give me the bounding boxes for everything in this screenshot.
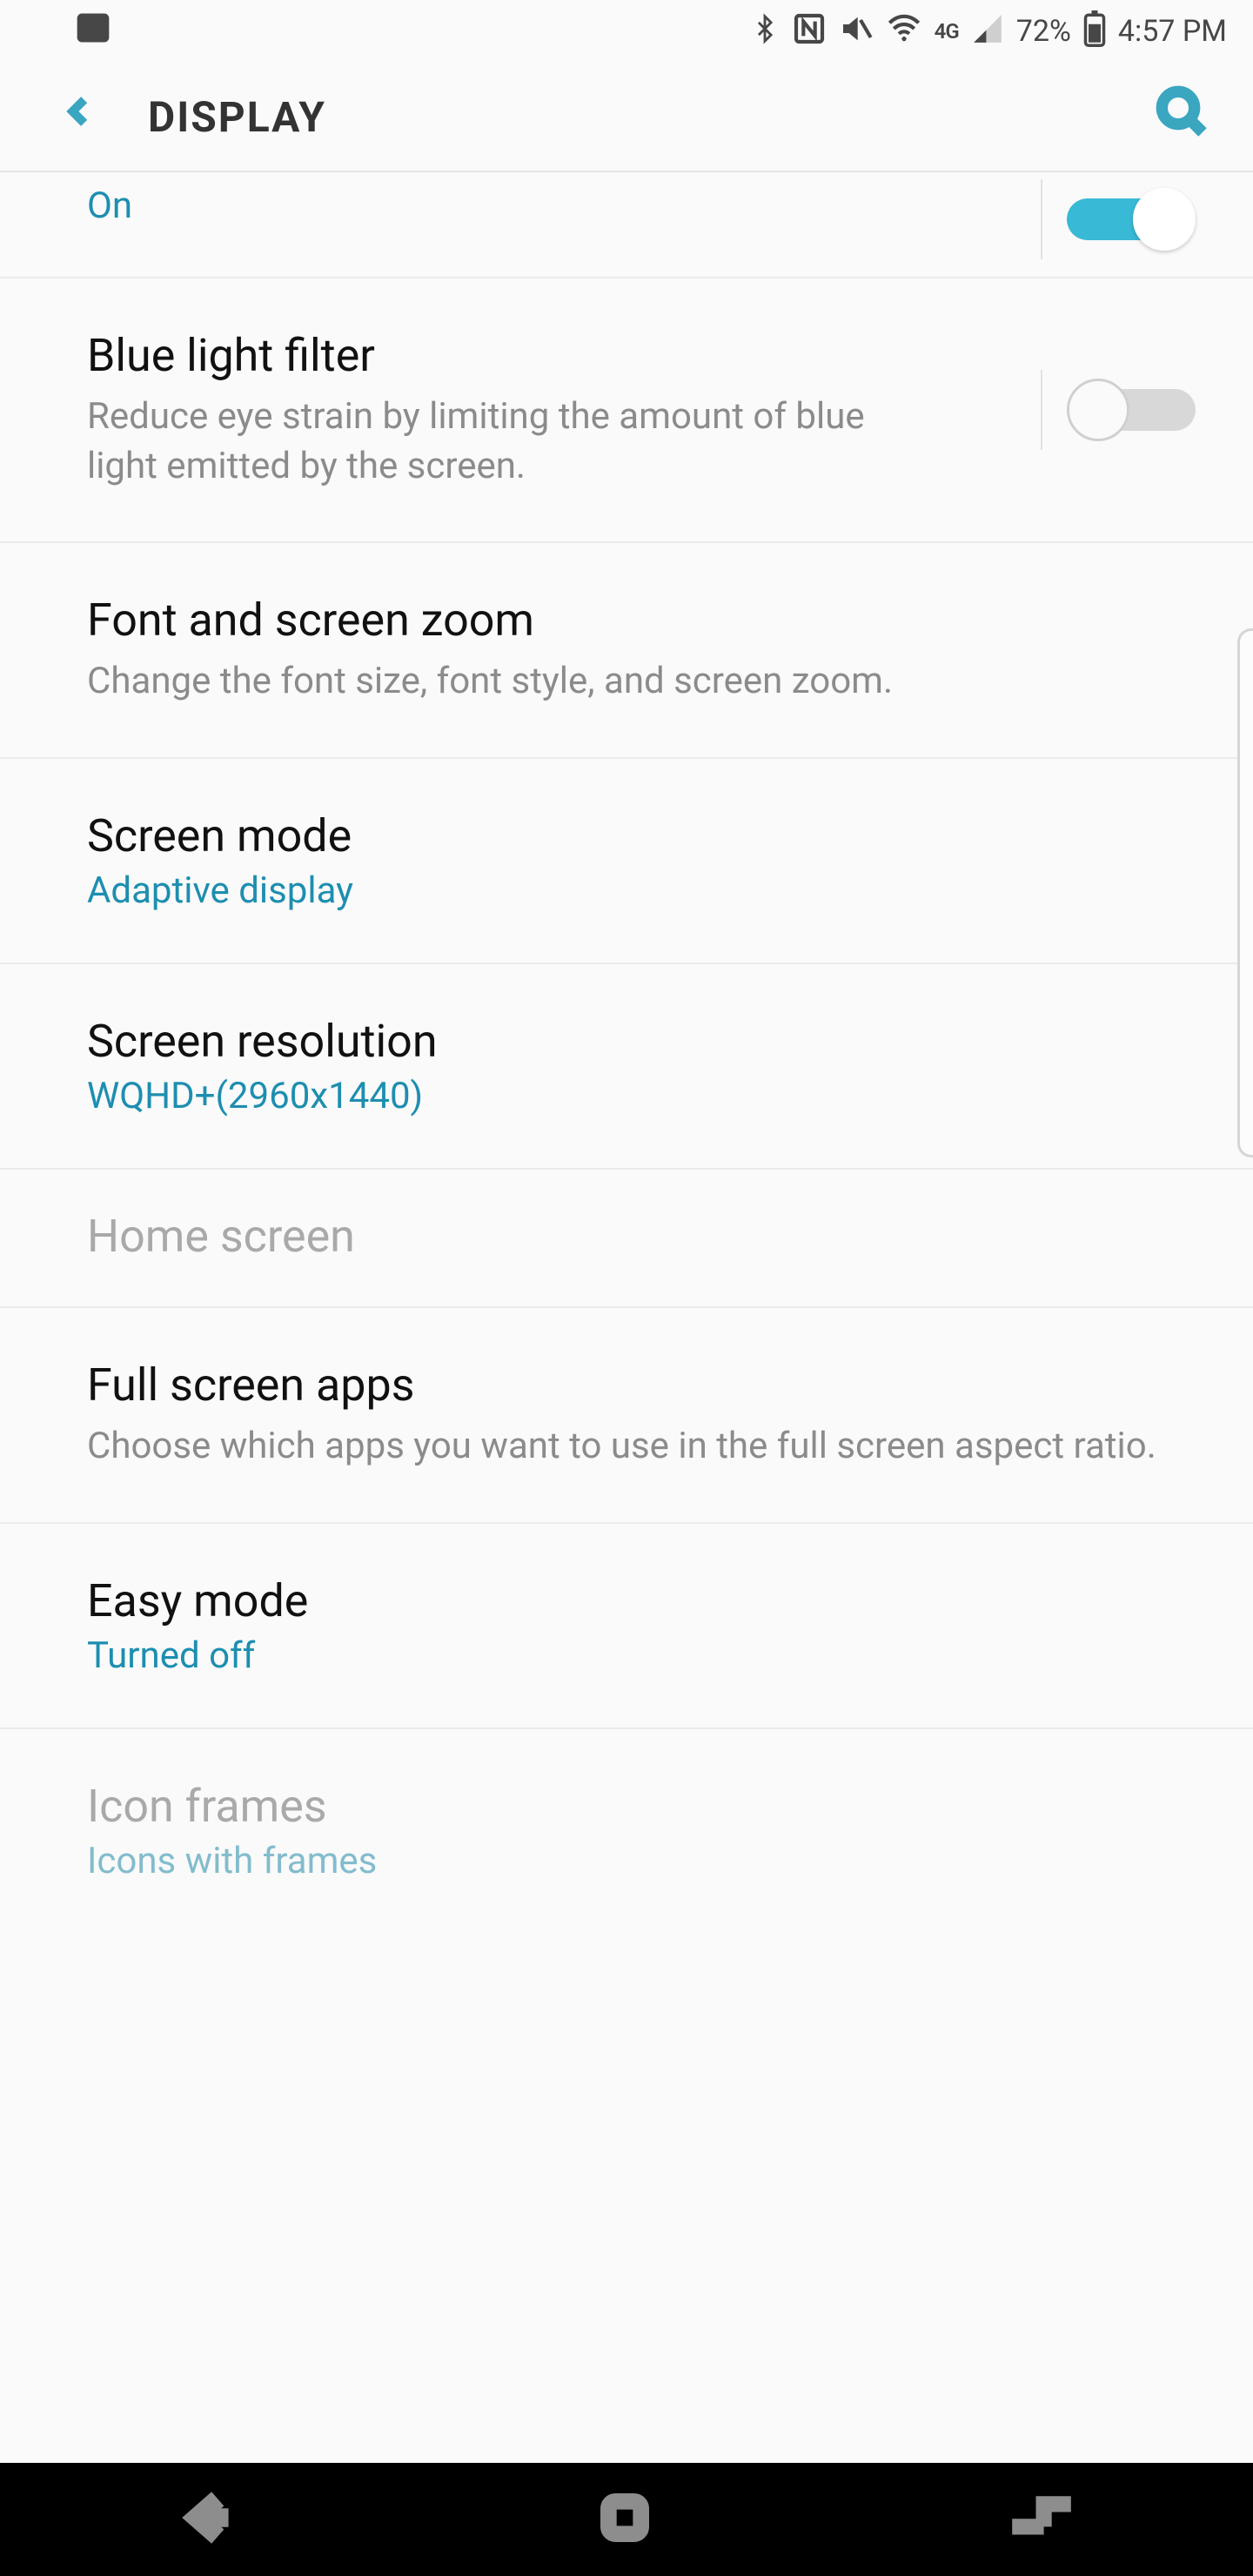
full-screen-apps-desc: Choose which apps you want to use in the… bbox=[87, 1422, 1166, 1472]
full-screen-apps-title: Full screen apps bbox=[87, 1358, 1166, 1412]
row-blue-light-filter[interactable]: Blue light filter Reduce eye strain by l… bbox=[0, 278, 1253, 543]
icon-frames-title: Icon frames bbox=[87, 1780, 1166, 1833]
nav-home-button[interactable] bbox=[597, 2490, 653, 2549]
nfc-icon bbox=[792, 11, 827, 51]
blue-light-desc: Reduce eye strain by limiting the amount… bbox=[87, 392, 888, 491]
nav-recents-button[interactable] bbox=[1008, 2493, 1075, 2546]
auto-brightness-value: On bbox=[87, 184, 1166, 227]
nav-back-button[interactable] bbox=[178, 2485, 242, 2553]
resolution-value: WQHD+(2960x1440) bbox=[87, 1075, 1166, 1117]
back-button[interactable] bbox=[61, 85, 96, 148]
blue-light-toggle[interactable] bbox=[1067, 379, 1196, 441]
search-button[interactable] bbox=[1154, 84, 1209, 150]
settings-list: On Blue light filter Reduce eye strain b… bbox=[0, 184, 1253, 1903]
clock-time: 4:57 PM bbox=[1118, 17, 1227, 46]
status-bar: 4G 72% 4:57 PM bbox=[0, 0, 1253, 63]
screen-mode-title: Screen mode bbox=[87, 809, 1166, 862]
row-font-zoom[interactable]: Font and screen zoom Change the font siz… bbox=[0, 543, 1253, 759]
font-zoom-title: Font and screen zoom bbox=[87, 594, 1166, 647]
signal-icon bbox=[971, 12, 1004, 50]
navigation-bar bbox=[0, 2463, 1253, 2576]
row-screen-mode[interactable]: Screen mode Adaptive display bbox=[0, 759, 1253, 964]
blue-light-title: Blue light filter bbox=[87, 329, 1166, 382]
home-screen-title: Home screen bbox=[87, 1210, 1166, 1263]
battery-percent: 72% bbox=[1016, 17, 1071, 46]
battery-icon bbox=[1083, 10, 1106, 52]
row-home-screen[interactable]: Home screen bbox=[0, 1170, 1253, 1308]
icon-frames-value: Icons with frames bbox=[87, 1840, 1166, 1882]
easy-mode-value: Turned off bbox=[87, 1634, 1166, 1677]
row-resolution[interactable]: Screen resolution WQHD+(2960x1440) bbox=[0, 964, 1253, 1170]
screen-mode-value: Adaptive display bbox=[87, 869, 1166, 912]
easy-mode-title: Easy mode bbox=[87, 1574, 1166, 1627]
picture-icon bbox=[74, 9, 112, 55]
resolution-title: Screen resolution bbox=[87, 1015, 1166, 1068]
mute-icon bbox=[839, 11, 874, 51]
auto-brightness-toggle[interactable] bbox=[1067, 188, 1196, 251]
network-label: 4G bbox=[935, 21, 959, 42]
bluetooth-icon bbox=[750, 10, 780, 53]
page-title: DISPLAY bbox=[148, 92, 326, 142]
wifi-icon bbox=[886, 11, 922, 51]
row-easy-mode[interactable]: Easy mode Turned off bbox=[0, 1524, 1253, 1729]
app-header: DISPLAY bbox=[0, 63, 1253, 171]
row-full-screen-apps[interactable]: Full screen apps Choose which apps you w… bbox=[0, 1308, 1253, 1524]
scrollbar-hint[interactable] bbox=[1237, 628, 1253, 1157]
header-divider bbox=[0, 171, 1253, 172]
font-zoom-desc: Change the font size, font style, and sc… bbox=[87, 657, 1166, 707]
row-auto-brightness[interactable]: On bbox=[0, 184, 1253, 278]
row-icon-frames[interactable]: Icon frames Icons with frames bbox=[0, 1729, 1253, 1903]
